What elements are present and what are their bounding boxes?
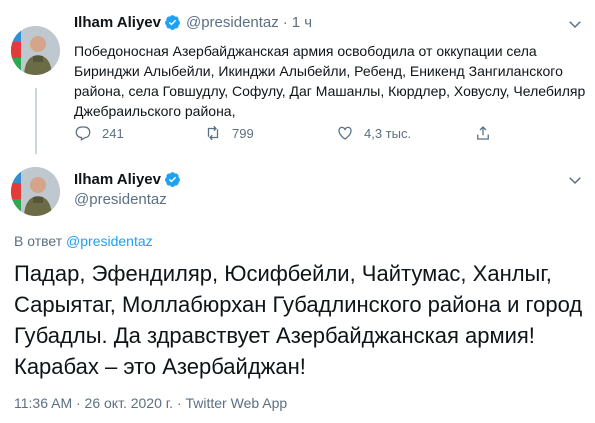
- author-handle[interactable]: @presidentaz: [186, 14, 279, 31]
- heart-icon: [338, 126, 352, 140]
- verified-badge-icon: [164, 171, 181, 188]
- avatar[interactable]: [11, 167, 60, 216]
- like-count: 4,3 тыс.: [364, 125, 412, 141]
- reply-context: В ответ @presidentaz: [14, 233, 153, 249]
- share-icon: [477, 126, 489, 140]
- like-button[interactable]: 4,3 тыс.: [336, 124, 411, 142]
- reply-button[interactable]: 241: [74, 124, 124, 142]
- tweet-timestamp[interactable]: 11:36 AM · 26 окт. 2020 г. · Twitter Web…: [14, 395, 287, 411]
- author-name[interactable]: Ilham Aliyev: [74, 14, 161, 31]
- retweet-icon: [207, 125, 219, 141]
- avatar[interactable]: [11, 26, 60, 75]
- reply-prefix: В ответ: [14, 233, 63, 249]
- tweet-time[interactable]: 1 ч: [292, 14, 312, 31]
- retweet-count: 799: [232, 125, 254, 141]
- reply-count: 241: [102, 125, 124, 141]
- verified-badge-icon: [164, 14, 181, 31]
- thread-connector: [35, 88, 37, 154]
- author-name[interactable]: Ilham Aliyev: [74, 171, 161, 188]
- tweet-text: Победоносная Азербайджанская армия освоб…: [74, 43, 586, 119]
- reply-handle-link[interactable]: @presidentaz: [66, 233, 153, 249]
- share-button[interactable]: [474, 124, 492, 142]
- reply-icon: [75, 126, 91, 141]
- author-handle[interactable]: @presidentaz: [74, 191, 167, 208]
- tweet1-header: Ilham Aliyev @presidentaz · 1 ч: [74, 14, 312, 31]
- chevron-down-icon[interactable]: [566, 171, 584, 189]
- tweet2-author: Ilham Aliyev: [74, 171, 181, 188]
- chevron-down-icon[interactable]: [566, 15, 584, 33]
- separator-dot: ·: [282, 14, 288, 31]
- tweet2-handle-row: @presidentaz: [74, 191, 167, 208]
- tweet-actions: 241 799 4,3 тыс.: [74, 124, 544, 144]
- retweet-button[interactable]: 799: [204, 124, 254, 142]
- tweet-text: Падар, Эфендиляр, Юсифбейли, Чайтумас, Х…: [14, 261, 583, 379]
